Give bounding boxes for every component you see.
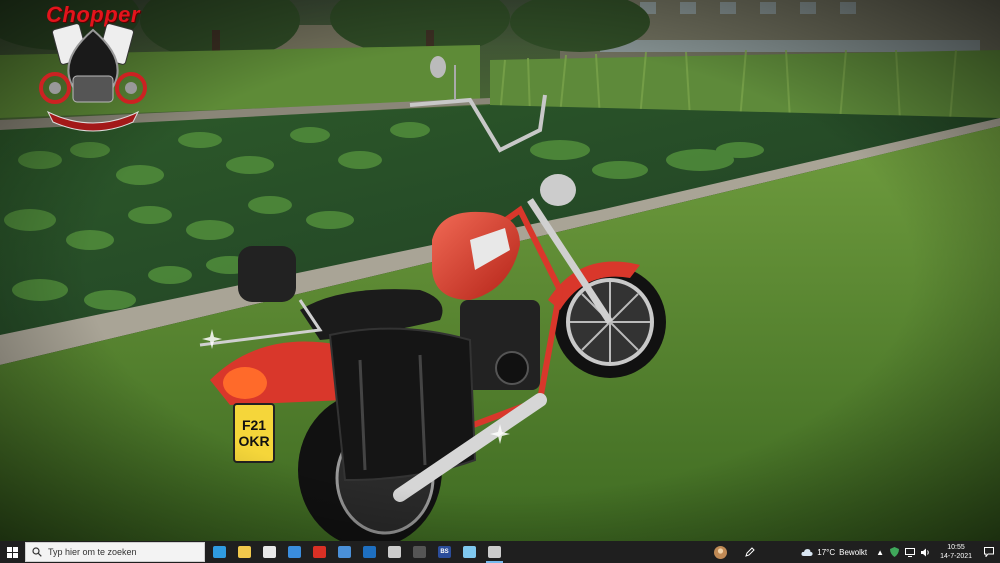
bs-app-icon: BS (438, 546, 451, 558)
file-explorer-icon (238, 546, 251, 558)
license-plate: F21 OKR (234, 404, 274, 462)
wallpaper-image (0, 0, 1000, 541)
user-avatar-icon (714, 545, 728, 559)
clock-time: 10:55 (947, 544, 965, 551)
store-icon (263, 546, 276, 558)
weather-temp: 17°C (817, 547, 836, 557)
plate-line-1: F21 (241, 417, 267, 433)
speaker-icon (921, 548, 929, 556)
plate-line-2: OKR (238, 433, 270, 449)
mail-icon (288, 546, 301, 558)
photos-icon (463, 546, 476, 558)
system-tray: 17°C Bewolkt ▲ 10:55 14-7-2021 (706, 541, 1000, 563)
pen-icon (745, 547, 755, 557)
taskbar-app-video[interactable] (382, 541, 407, 563)
defender-tray-button[interactable] (887, 541, 902, 563)
taskbar-app-outlook[interactable] (357, 541, 382, 563)
notification-center-button[interactable] (978, 541, 1000, 563)
edge-browser-icon (213, 546, 226, 558)
weather-widget[interactable]: 17°C Bewolkt (795, 541, 873, 563)
taskbar-app-mail[interactable] (282, 541, 307, 563)
taskbar-app-gmail[interactable] (307, 541, 332, 563)
shield-icon (890, 547, 900, 557)
taskbar-app-file-explorer[interactable] (232, 541, 257, 563)
taskbar-app-photos[interactable] (457, 541, 482, 563)
calculator-icon (413, 546, 426, 558)
gmail-icon (313, 546, 326, 558)
search-icon (32, 547, 42, 557)
desktop: F21 OKR Chopper (0, 0, 1000, 541)
people-icon (338, 546, 351, 558)
chevron-up-icon: ▲ (876, 547, 885, 557)
start-button[interactable] (0, 541, 24, 563)
weather-desc: Bewolkt (839, 547, 868, 557)
monitor-icon (905, 547, 916, 557)
notification-icon (984, 547, 994, 557)
chopper-app-icon (488, 546, 501, 558)
windows-logo-icon (6, 546, 18, 558)
clock[interactable]: 10:55 14-7-2021 (934, 541, 978, 563)
taskbar-app-bs-app[interactable]: BS (432, 541, 457, 563)
video-icon (388, 546, 401, 558)
taskbar: Typ hier om te zoeken BS 17°C Bewolkt ▲ (0, 541, 1000, 563)
clock-date: 14-7-2021 (940, 553, 972, 560)
taskbar-app-edge-browser[interactable] (207, 541, 232, 563)
taskbar-app-store[interactable] (257, 541, 282, 563)
chopper-logo: Chopper (36, 2, 150, 136)
search-box[interactable]: Typ hier om te zoeken (25, 542, 205, 562)
taskbar-app-chopper-app[interactable] (482, 541, 507, 563)
network-button[interactable] (902, 541, 918, 563)
avatar[interactable] (706, 541, 735, 563)
chopper-emblem-icon (39, 24, 147, 132)
cloud-icon (801, 548, 813, 556)
search-placeholder: Typ hier om te zoeken (48, 547, 137, 557)
outlook-icon (363, 546, 376, 558)
pinned-apps: BS (207, 541, 507, 563)
show-hidden-icons-button[interactable]: ▲ (873, 541, 887, 563)
taskbar-app-people[interactable] (332, 541, 357, 563)
taskbar-app-calculator[interactable] (407, 541, 432, 563)
volume-button[interactable] (918, 541, 934, 563)
pen-workspace-button[interactable] (735, 541, 765, 563)
